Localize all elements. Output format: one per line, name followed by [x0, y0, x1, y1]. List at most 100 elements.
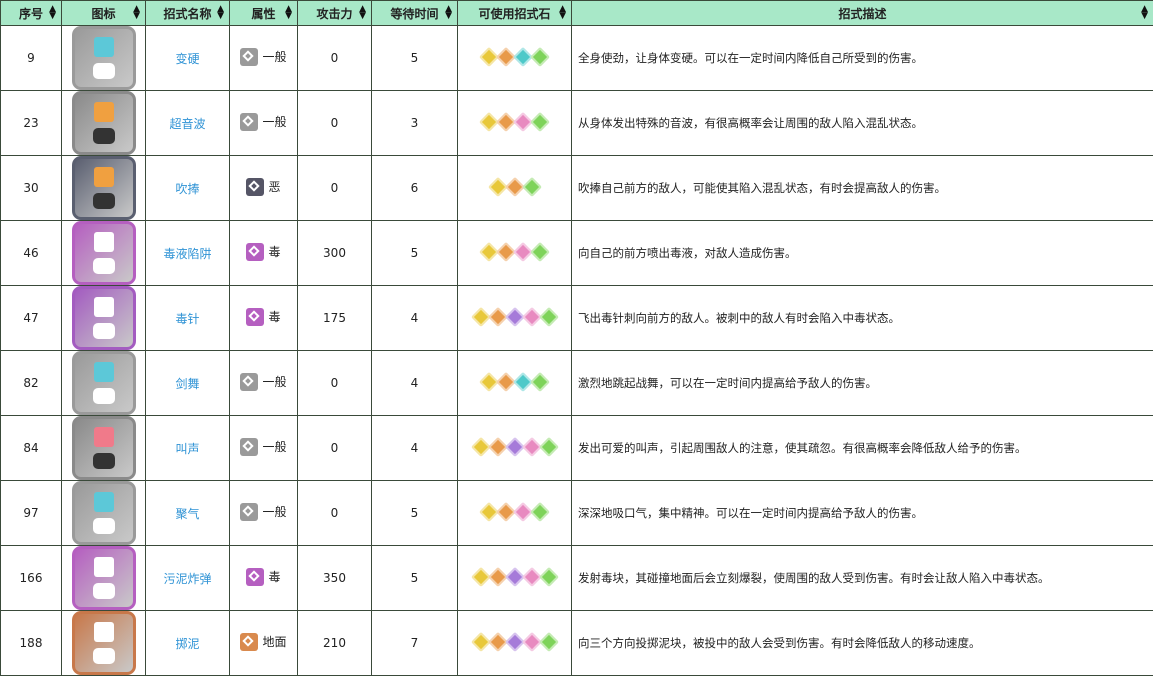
skill-type: 地面 [262, 635, 287, 649]
pal-body-icon [92, 258, 115, 274]
sort-icon[interactable]: ▲ ▼ [217, 5, 224, 21]
skill-name-link[interactable]: 叫声 [175, 442, 199, 456]
table-header-row: 序号 ▲ ▼ 图标 ▲ ▼ 招式名称 ▲ ▼ 属性 ▲ ▼ 攻击力 ▲ ▼ 等待时间 ▲ ▼ 可使用招式… [0, 0, 1153, 26]
skill-stone-icon [530, 241, 550, 262]
skill-name-cell: 剑舞 [145, 350, 230, 416]
skill-name-cell: 掷泥 [145, 610, 230, 676]
skill-icon [71, 481, 136, 545]
skill-type: 毒 [268, 245, 281, 259]
sort-icon[interactable]: ▲ ▼ [359, 5, 366, 21]
skill-name-link[interactable]: 聚气 [175, 507, 199, 521]
skill-name-cell: 变硬 [145, 25, 230, 91]
skill-name-cell: 毒液陷阱 [145, 220, 230, 286]
skill-stones-cell [457, 350, 572, 416]
skill-attack: 175 [297, 285, 372, 351]
skill-name-link[interactable]: 掷泥 [175, 637, 199, 651]
skill-icon-cell [61, 90, 146, 156]
skill-no: 30 [0, 155, 62, 221]
skill-emblem-icon [93, 232, 114, 252]
sort-icon[interactable]: ▲ ▼ [285, 5, 292, 21]
pal-body-icon [92, 323, 115, 339]
type-badge-icon [240, 47, 259, 66]
skill-no: 97 [0, 480, 62, 546]
skill-stones-cell [457, 610, 572, 676]
skill-emblem-icon [93, 102, 114, 122]
skill-stone-icon [530, 501, 550, 522]
skill-icon [71, 26, 136, 90]
table-row: 46 毒液陷阱 毒 300 5 向自己的前方喷出毒液，对敌人造成伤害。 [0, 220, 1153, 286]
header-name[interactable]: 招式名称 ▲ ▼ [145, 0, 230, 26]
skill-emblem-icon [93, 37, 114, 57]
skill-type: 一般 [262, 440, 287, 454]
skill-type-cell: 一般 [229, 480, 298, 546]
table-row: 23 超音波 一般 0 3 从身体发出特殊的音波，有很高概率会让周围的敌人陷入混… [0, 90, 1153, 156]
skill-type-cell: 毒 [229, 285, 298, 351]
skill-name-cell: 聚气 [145, 480, 230, 546]
type-badge-icon [240, 502, 259, 521]
skill-name-link[interactable]: 吹捧 [175, 182, 199, 196]
skill-name-link[interactable]: 剑舞 [175, 377, 199, 391]
skill-desc: 全身使劲，让身体变硬。可以在一定时间内降低自己所受到的伤害。 [571, 25, 1153, 91]
skill-name-link[interactable]: 污泥炸弹 [163, 572, 211, 586]
sort-icon[interactable]: ▲ ▼ [1141, 5, 1148, 21]
skill-type: 一般 [262, 505, 287, 519]
skill-type-cell: 毒 [229, 220, 298, 286]
skill-name-link[interactable]: 变硬 [175, 52, 199, 66]
skill-stones-cell [457, 155, 572, 221]
skill-stones-cell [457, 415, 572, 481]
skill-stones-cell [457, 285, 572, 351]
skill-emblem-icon [93, 492, 114, 512]
skill-type-cell: 一般 [229, 90, 298, 156]
skill-icon-cell [61, 220, 146, 286]
skill-type: 一般 [262, 50, 287, 64]
skill-icon [71, 286, 136, 350]
skill-stone-icon [538, 306, 559, 327]
sort-icon[interactable]: ▲ ▼ [559, 5, 566, 21]
header-desc[interactable]: 招式描述 ▲ ▼ [571, 0, 1153, 26]
header-attack[interactable]: 攻击力 ▲ ▼ [297, 0, 372, 26]
skill-type: 毒 [268, 310, 281, 324]
skill-attack: 350 [297, 545, 372, 611]
pal-body-icon [92, 453, 115, 469]
skill-attack: 0 [297, 415, 372, 481]
header-wait[interactable]: 等待时间 ▲ ▼ [371, 0, 458, 26]
sort-icon[interactable]: ▲ ▼ [133, 5, 140, 21]
sort-icon[interactable]: ▲ ▼ [445, 5, 452, 21]
skill-wait: 3 [371, 90, 458, 156]
table-row: 97 聚气 一般 0 5 深深地吸口气，集中精神。可以在一定时间内提高给予敌人的… [0, 480, 1153, 546]
skill-wait: 4 [371, 285, 458, 351]
skill-no: 23 [0, 90, 62, 156]
skill-icon-cell [61, 155, 146, 221]
skill-icon [71, 611, 136, 675]
skill-desc: 吹捧自己前方的敌人，可能使其陷入混乱状态，有时会提高敌人的伤害。 [571, 155, 1153, 221]
header-type[interactable]: 属性 ▲ ▼ [229, 0, 298, 26]
sort-icon[interactable]: ▲ ▼ [49, 5, 56, 21]
type-badge-icon [246, 242, 265, 261]
skill-desc: 飞出毒针刺向前方的敌人。被刺中的敌人有时会陷入中毒状态。 [571, 285, 1153, 351]
skill-emblem-icon [93, 427, 114, 447]
skill-name-link[interactable]: 毒针 [175, 312, 199, 326]
skill-stone-icon [530, 111, 550, 132]
skill-icon-cell [61, 25, 146, 91]
skill-no: 46 [0, 220, 62, 286]
table-row: 30 吹捧 恶 0 6 吹捧自己前方的敌人，可能使其陷入混乱状态，有时会提高敌人… [0, 155, 1153, 221]
skill-name-link[interactable]: 超音波 [169, 117, 205, 131]
skill-type-cell: 一般 [229, 350, 298, 416]
skill-desc: 深深地吸口气，集中精神。可以在一定时间内提高给予敌人的伤害。 [571, 480, 1153, 546]
skill-type-cell: 毒 [229, 545, 298, 611]
skill-stone-icon [521, 176, 542, 197]
skill-icon [71, 351, 136, 415]
pal-body-icon [92, 518, 115, 534]
skill-stone-icon [538, 436, 559, 457]
skill-emblem-icon [93, 362, 114, 382]
skill-stones-cell [457, 220, 572, 286]
skill-no: 188 [0, 610, 62, 676]
header-no[interactable]: 序号 ▲ ▼ [0, 0, 62, 26]
header-icon[interactable]: 图标 ▲ ▼ [61, 0, 146, 26]
header-stones[interactable]: 可使用招式石 ▲ ▼ [457, 0, 572, 26]
pal-body-icon [92, 193, 115, 209]
pal-body-icon [92, 388, 115, 404]
skill-attack: 0 [297, 25, 372, 91]
skill-name-link[interactable]: 毒液陷阱 [163, 247, 211, 261]
skill-stones-cell [457, 545, 572, 611]
